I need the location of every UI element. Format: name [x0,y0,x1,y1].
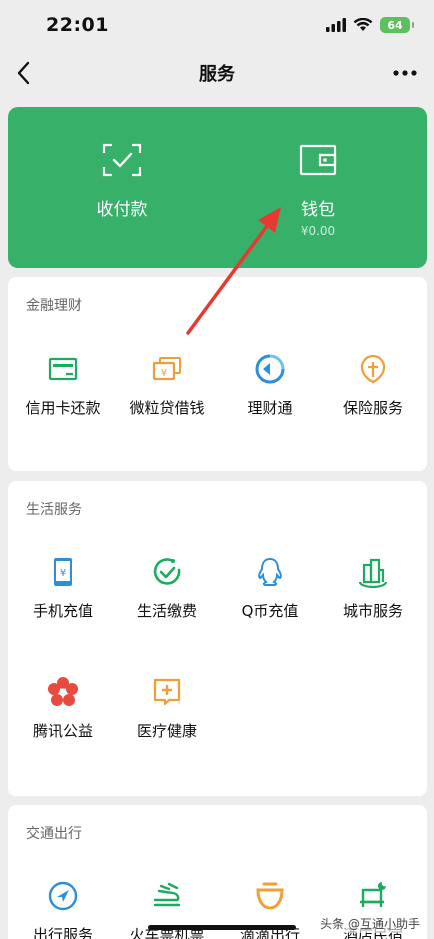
pay-receive-button[interactable]: 收付款 [22,107,222,268]
wallet-label: 钱包 [301,200,335,220]
wallet-icon [299,144,337,176]
credit-card-repay-item[interactable]: 信用卡还款 [11,353,115,443]
grid-label: 城市服务 [342,602,403,620]
finance-section: 金融理财 信用卡还款 ¥ 微粒贷借钱 理财通 保险服务 [8,277,427,471]
loan-icon: ¥ [152,357,181,381]
phone-topup-icon: ¥ [54,558,72,586]
wealth-item[interactable]: 理财通 [218,353,322,443]
city-service-icon [358,558,388,588]
qq-coin-icon [258,557,282,586]
bill-payment-icon [153,558,181,585]
hotel-icon [360,882,386,907]
travel-service-item[interactable]: 出行服务 [11,880,115,939]
grid-label: 医疗健康 [136,722,197,740]
back-icon[interactable] [14,60,34,86]
more-options-icon[interactable] [392,62,418,84]
grid-label: 理财通 [247,399,293,417]
watermark: 头条 @互通小助手 [316,914,424,933]
life-services-section: 生活服务 ¥ 手机充值 生活缴费 Q币充值 城市服务 腾讯公益 医疗健康 [8,481,427,796]
medical-icon [153,678,181,706]
section-title: 金融理财 [26,298,82,314]
grid-label: 手机充值 [32,602,93,620]
scan-check-icon [102,143,142,177]
grid-label: 生活缴费 [136,602,197,620]
battery-indicator: 64 [380,17,414,33]
grid-label: 保险服务 [342,399,403,417]
section-title: 交通出行 [26,826,82,842]
bill-payment-item[interactable]: 生活缴费 [115,556,219,646]
didi-icon [256,882,284,910]
status-time: 22:01 [46,14,109,36]
wifi-icon [353,18,373,31]
wealth-icon [255,354,285,384]
city-service-item[interactable]: 城市服务 [321,556,425,646]
grid-label: 出行服务 [32,926,93,939]
battery-level: 64 [387,18,403,32]
medical-item[interactable]: 医疗健康 [115,676,219,766]
payment-wallet-card: 收付款 钱包 ¥0.00 [8,107,427,268]
didi-item[interactable]: 滴滴出行 [218,880,322,939]
nav-bar: 服务 [0,50,434,96]
home-indicator[interactable] [148,925,296,930]
svg-text:¥: ¥ [161,368,167,379]
credit-card-icon [48,357,78,381]
wallet-button[interactable]: 钱包 ¥0.00 [218,107,418,268]
charity-item[interactable]: 腾讯公益 [11,676,115,766]
charity-icon [48,677,78,706]
page-title: 服务 [199,64,235,85]
train-ticket-icon [153,882,181,907]
qq-coin-item[interactable]: Q币充值 [218,556,322,646]
status-bar: 22:01 64 [0,0,434,50]
signal-icon [326,18,346,32]
grid-label: 微粒贷借钱 [129,399,205,417]
wallet-balance: ¥0.00 [300,224,336,238]
svg-text:¥: ¥ [60,568,66,579]
grid-label: 信用卡还款 [25,399,101,417]
loan-item[interactable]: ¥ 微粒贷借钱 [115,353,219,443]
pay-receive-label: 收付款 [96,200,148,220]
train-ticket-item[interactable]: 火车票机票 [115,880,219,939]
status-icons: 64 [326,17,414,33]
insurance-item[interactable]: 保险服务 [321,353,425,443]
travel-icon [48,881,78,911]
insurance-icon [360,354,386,384]
grid-label: 腾讯公益 [32,722,93,740]
grid-label: Q币充值 [241,602,299,620]
section-title: 生活服务 [26,502,82,518]
phone-topup-item[interactable]: ¥ 手机充值 [11,556,115,646]
